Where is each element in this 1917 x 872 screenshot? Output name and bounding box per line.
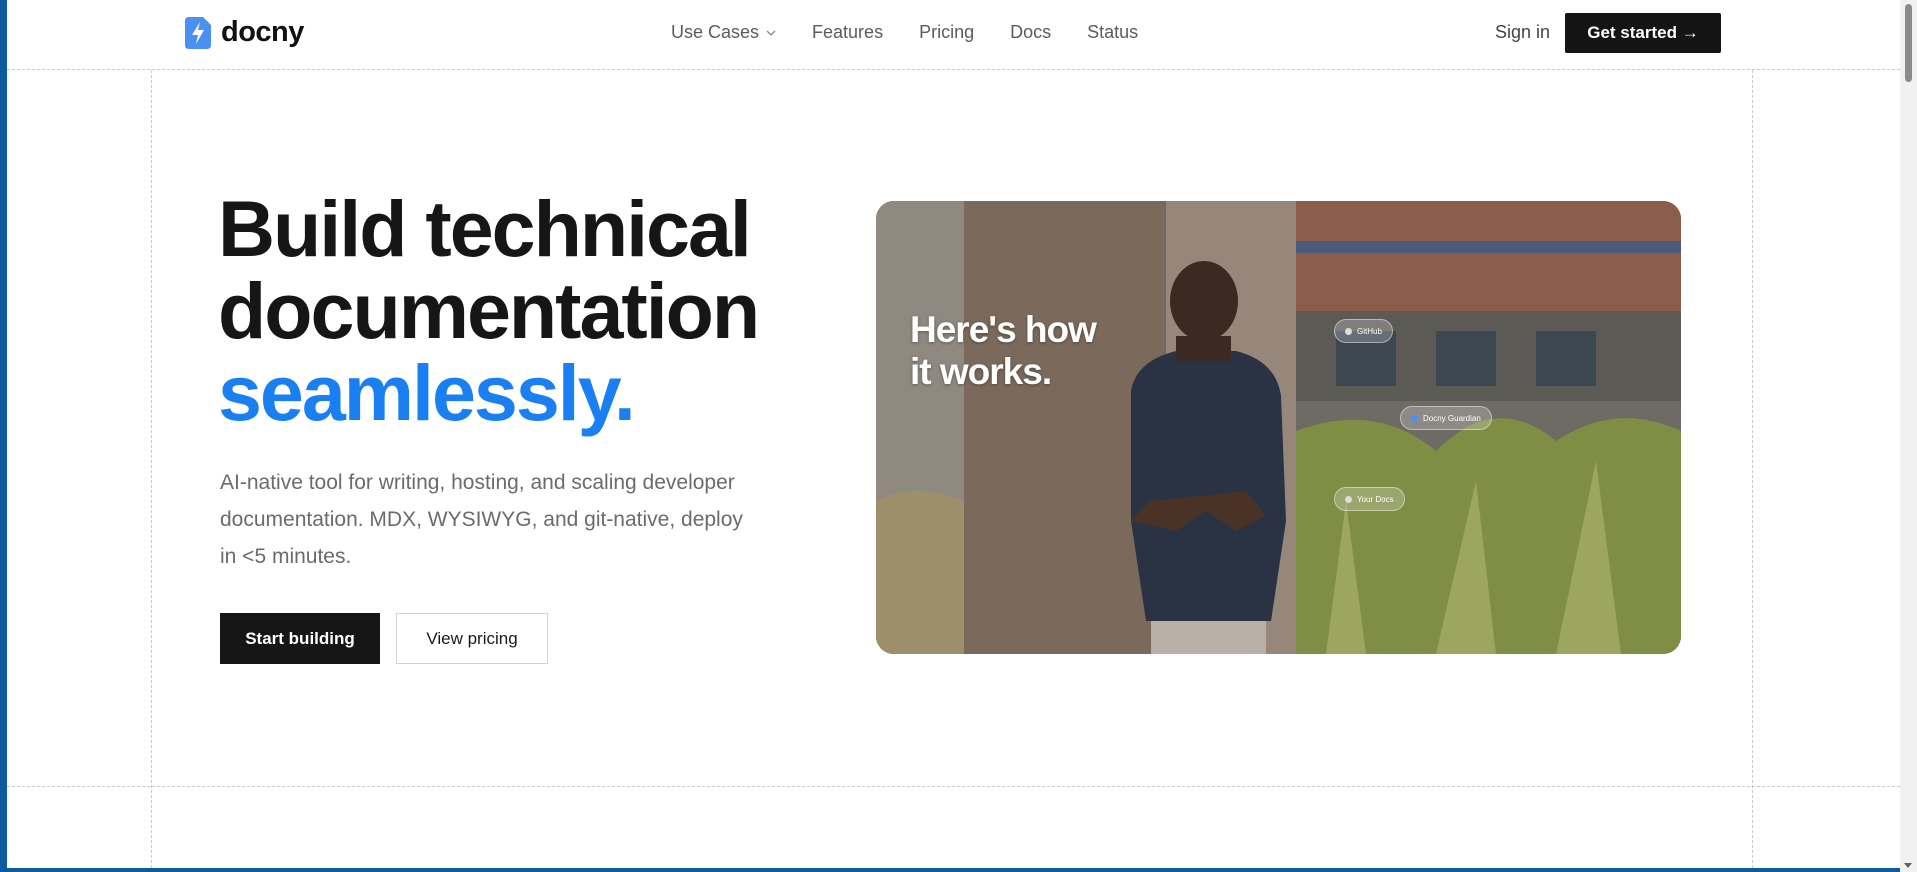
chevron-down-icon [766,30,776,36]
guide-left [151,70,152,868]
hero-headline: Build technical documentation seamlessly… [218,188,818,434]
nav-use-cases[interactable]: Use Cases [671,22,776,43]
video-title-line-2: it works. [910,351,1052,392]
video-title: Here's how it works. [910,309,1097,393]
brand-name: docny [221,16,304,48]
guardian-chip-label: Docny Guardian [1423,413,1481,423]
nav-use-cases-label: Use Cases [671,22,760,42]
headline-line-1: Build technical [218,184,752,273]
scroll-down-arrow-icon[interactable] [1904,863,1912,868]
docs-icon [1345,495,1352,503]
nav-features[interactable]: Features [812,22,883,43]
main-menu: Use Cases Features Pricing Docs Status [671,22,1138,43]
nav-status[interactable]: Status [1087,22,1138,43]
your-docs-chip: Your Docs [1334,487,1405,511]
video-scene-image [876,201,1681,654]
divider-bottom [7,786,1900,787]
github-icon [1345,327,1352,335]
github-chip-label: GitHub [1357,326,1382,336]
page-viewport: docny Use Cases Features Pricing Docs St… [7,0,1900,868]
logo-bolt-icon [185,16,211,49]
headline-accent: seamlessly. [218,348,636,437]
guardian-icon [1411,414,1418,422]
video-title-line-1: Here's how [910,309,1097,350]
your-docs-chip-label: Your Docs [1357,494,1394,504]
scrollbar-thumb[interactable] [1905,4,1912,82]
page-scrollbar[interactable] [1900,0,1917,872]
guide-right [1752,70,1753,868]
github-chip: GitHub [1334,319,1393,343]
sign-in-link[interactable]: Sign in [1495,22,1550,43]
guardian-chip: Docny Guardian [1400,406,1492,430]
nav-docs[interactable]: Docs [1010,22,1051,43]
logo[interactable]: docny [185,16,304,49]
hero-subtext: AI-native tool for writing, hosting, and… [220,471,743,568]
view-pricing-button[interactable]: View pricing [396,613,548,664]
divider-top [7,69,1900,70]
start-building-button[interactable]: Start building [220,613,380,664]
get-started-button[interactable]: Get started → [1565,13,1721,53]
nav-pricing[interactable]: Pricing [919,22,974,43]
hero-video[interactable]: Here's how it works. GitHub Docny Guardi… [876,201,1681,654]
top-nav: docny Use Cases Features Pricing Docs St… [7,0,1900,68]
headline-line-2: documentation [218,266,760,355]
